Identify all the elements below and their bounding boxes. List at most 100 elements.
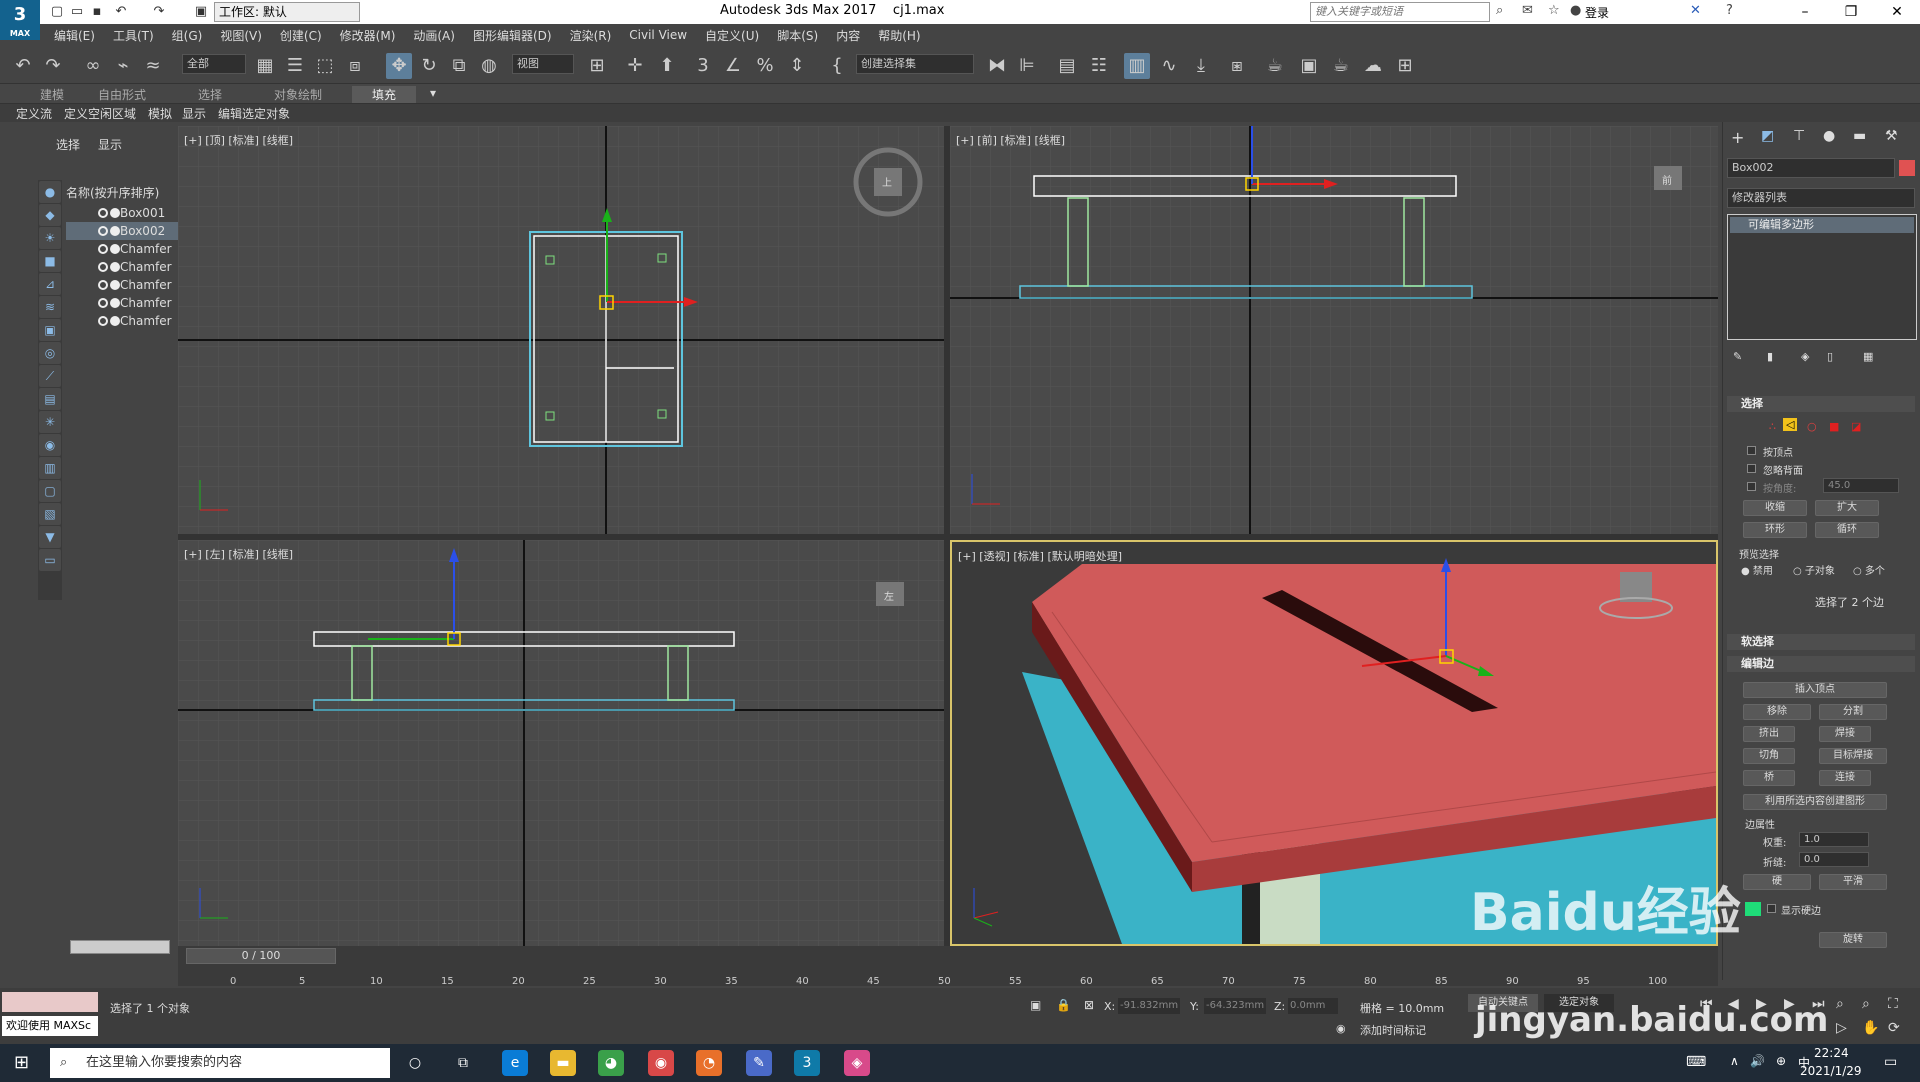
3dsmax-taskbar-icon[interactable]: 3 [794, 1050, 820, 1076]
ribbon-tab-modeling[interactable]: 建模 [40, 86, 64, 103]
redo-icon[interactable]: ↷ [150, 3, 168, 21]
by-angle-checkbox[interactable] [1747, 482, 1756, 491]
maxscript-input[interactable]: 欢迎使用 MAXSc [2, 1016, 98, 1036]
select-object-icon[interactable]: ▦ [252, 53, 278, 79]
cortana-icon[interactable]: ○ [402, 1050, 428, 1076]
explorer-hscrollbar[interactable] [70, 940, 170, 954]
snaps-toggle-icon[interactable]: 3 [690, 53, 716, 79]
redo-icon[interactable]: ↷ [40, 53, 66, 79]
viewport-label-perspective[interactable]: [+] [透视] [标准] [默认明暗处理] [958, 548, 1122, 564]
weld-button[interactable]: 焊接 [1819, 726, 1871, 742]
maxscript-listener-mini[interactable] [2, 992, 98, 1012]
show-hard-edges-checkbox[interactable] [1767, 904, 1776, 913]
visibility-eye-icon[interactable] [98, 316, 108, 326]
binoculars-icon[interactable]: ⌕ [1496, 3, 1503, 18]
exchange-icon[interactable]: ✕ [1690, 3, 1701, 18]
orbit-icon[interactable]: ⟳ [1888, 1020, 1900, 1036]
filter-cameras-icon[interactable]: ■ [39, 250, 61, 272]
menu-content[interactable]: 内容 [836, 27, 860, 44]
filter-layers-icon[interactable]: ▭ [39, 549, 61, 571]
zoom-extents-icon[interactable]: ⛶ [1888, 996, 1898, 1012]
window-crossing-icon[interactable]: ⧈ [342, 53, 368, 79]
select-manipulate-icon[interactable]: ✛ [622, 53, 648, 79]
select-place-icon[interactable]: ◍ [476, 53, 502, 79]
clock-time[interactable]: 22:24 [1814, 1046, 1849, 1060]
turn-button[interactable]: 旋转 [1819, 932, 1887, 948]
menu-create[interactable]: 创建(C) [280, 27, 322, 44]
ribbon-options-icon[interactable]: ▾ [430, 86, 436, 100]
absolute-mode-icon[interactable]: ⊠ [1084, 998, 1094, 1012]
zoom-icon[interactable]: ⌕ [1836, 996, 1844, 1012]
schematic-view-icon[interactable]: ⤓ [1188, 53, 1214, 79]
stack-item-editable-poly[interactable]: 可编辑多边形 [1730, 217, 1914, 233]
render-setup-icon[interactable]: ☕ [1262, 53, 1288, 79]
visibility-eye-icon[interactable] [98, 262, 108, 272]
show-end-result-icon[interactable]: ▮ [1767, 350, 1773, 363]
ribbon-tab-object-paint[interactable]: 对象绘制 [274, 86, 322, 103]
freeze-icon[interactable] [110, 226, 120, 236]
weight-spinner[interactable]: 1.0 [1799, 832, 1869, 847]
object-color-swatch[interactable] [1899, 160, 1915, 176]
maximize-button[interactable]: ❐ [1828, 0, 1874, 24]
file-explorer-icon[interactable]: ▬ [550, 1050, 576, 1076]
app-icon-1[interactable]: ◕ [598, 1050, 624, 1076]
filter-shapes-icon[interactable]: ◆ [39, 204, 61, 226]
menu-tools[interactable]: 工具(T) [113, 27, 154, 44]
y-coordinate-field[interactable]: -64.323mm [1204, 998, 1266, 1014]
rendered-frame-window-icon[interactable]: ▣ [1296, 53, 1322, 79]
chamfer-button[interactable]: 切角 [1743, 748, 1795, 764]
crease-spinner[interactable]: 0.0 [1799, 852, 1869, 867]
ring-button[interactable]: 环形 [1743, 522, 1807, 538]
open-file-icon[interactable]: ▭ [68, 3, 86, 21]
filter-visible-icon[interactable]: ◉ [39, 434, 61, 456]
menu-edit[interactable]: 编辑(E) [54, 27, 95, 44]
ignore-backfacing-checkbox[interactable] [1747, 464, 1756, 473]
freeze-icon[interactable] [110, 316, 120, 326]
help-search-input[interactable]: 键入关键字或短语 [1310, 2, 1490, 22]
modifier-list-dropdown[interactable]: 修改器列表 [1727, 188, 1915, 208]
freeze-icon[interactable] [110, 244, 120, 254]
volume-icon[interactable]: 🔊 [1750, 1054, 1765, 1068]
pivot-center-icon[interactable]: ⊞ [584, 53, 610, 79]
windows-start-icon[interactable]: ⊞ [14, 1052, 29, 1073]
network-icon[interactable]: ⊕ [1776, 1054, 1786, 1068]
freeze-icon[interactable] [110, 208, 120, 218]
mirror-icon[interactable]: ⧓ [984, 53, 1010, 79]
freeze-icon[interactable] [110, 280, 120, 290]
preview-off-radio[interactable]: ● 禁用 [1741, 562, 1773, 577]
visibility-eye-icon[interactable] [98, 298, 108, 308]
display-tab-icon[interactable]: ▬ [1853, 128, 1866, 144]
viewport-label-front[interactable]: [+] [前] [标准] [线框] [956, 132, 1065, 148]
filter-containers-icon[interactable]: ▤ [39, 388, 61, 410]
render-production-icon[interactable]: ☕ [1328, 53, 1354, 79]
make-unique-icon[interactable]: ◈ [1801, 350, 1809, 363]
a360-gallery-icon[interactable]: ⊞ [1392, 53, 1418, 79]
menu-civil-view[interactable]: Civil View [629, 28, 687, 42]
grow-button[interactable]: 扩大 [1815, 500, 1879, 516]
edge-mode-icon[interactable]: ◁ [1783, 418, 1798, 431]
filter-spacewarps-icon[interactable]: ≋ [39, 296, 61, 318]
x-coordinate-field[interactable]: -91.832mm [1118, 998, 1180, 1014]
by-vertex-checkbox[interactable] [1747, 446, 1756, 455]
login-button[interactable]: 登录 [1585, 4, 1609, 21]
material-editor-icon[interactable]: ⧆ [1224, 53, 1250, 79]
filter-lights-icon[interactable]: ☀ [39, 227, 61, 249]
isolate-icon[interactable]: ▣ [1030, 998, 1041, 1012]
new-file-icon[interactable]: ▢ [48, 3, 66, 21]
define-flows-button[interactable]: 定义流 [16, 105, 52, 122]
viewcube-front-label[interactable]: 前 [1662, 172, 1672, 187]
edit-selected-button[interactable]: 编辑选定对象 [218, 105, 290, 122]
vertex-mode-icon[interactable]: ∴ [1769, 420, 1776, 433]
menu-group[interactable]: 组(G) [172, 27, 203, 44]
minimize-button[interactable]: – [1782, 0, 1828, 24]
align-icon[interactable]: ⊫ [1014, 53, 1040, 79]
field-of-view-icon[interactable]: ▷ [1836, 1020, 1847, 1036]
app-icon-2[interactable]: ◉ [648, 1050, 674, 1076]
filter-none-icon[interactable]: ▢ [39, 480, 61, 502]
unlink-icon[interactable]: ⌁ [110, 53, 136, 79]
viewport-label-left[interactable]: [+] [左] [标准] [线框] [184, 546, 293, 562]
keyboard-icon[interactable]: ⌨ [1686, 1054, 1706, 1070]
rollout-selection[interactable]: 选择 [1727, 396, 1915, 412]
workspace-dropdown[interactable]: 工作区: 默认 [214, 2, 360, 22]
filter-geometry-icon[interactable]: ● [39, 181, 61, 203]
